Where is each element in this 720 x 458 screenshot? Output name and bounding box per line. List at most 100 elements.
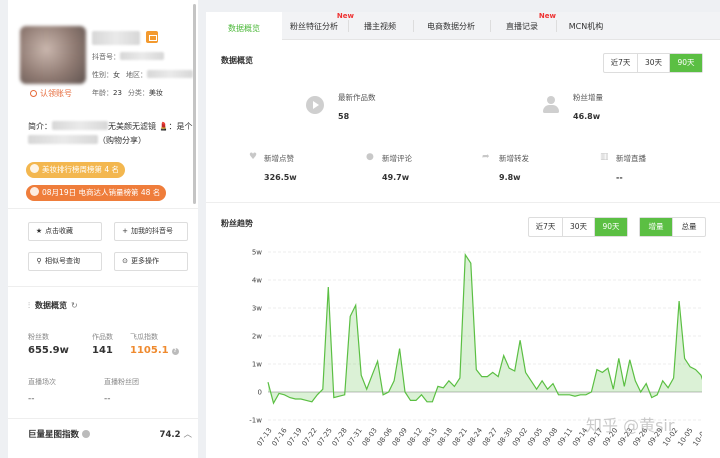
help-icon[interactable] (82, 430, 91, 438)
refresh-icon[interactable]: ↻ (71, 301, 78, 310)
fans-value: 655.9w (28, 345, 69, 356)
gender-region-row: 性别：女 地区： (92, 70, 193, 80)
y-tick-label: 5w (252, 249, 262, 257)
fans-label: 粉丝数 (28, 333, 49, 341)
trend-mode-selector: 增量 总量 (639, 217, 706, 237)
verify-icon (30, 90, 37, 97)
more-actions-button[interactable]: ⊙ 更多操作 (114, 252, 188, 271)
feigua-label: 飞瓜指数 (130, 333, 158, 341)
x-tick-label: 10-08 (691, 427, 702, 448)
tab-label: MCN机构 (568, 22, 604, 31)
live-fans-value: -- (104, 394, 111, 404)
star-icon: ★ (35, 227, 43, 235)
tab-fans-analysis[interactable]: 粉丝特征分析 New (282, 12, 354, 40)
stats-title-text: 数据概览 (35, 301, 67, 310)
trend-title: 粉丝趋势 (221, 219, 253, 228)
trend-range-30d[interactable]: 30天 (563, 218, 595, 236)
tab-mcn[interactable]: MCN机构 (558, 12, 614, 40)
region-label: 地区： (126, 71, 147, 79)
rank-tag-weekly[interactable]: 美妆排行榜周榜第 4 名 (26, 162, 126, 178)
tab-divider (556, 20, 557, 32)
more-icon: ⊙ (122, 257, 128, 265)
age-label: 年龄： (92, 89, 113, 97)
overview-range-selector: 近7天 30天 90天 (603, 53, 703, 73)
main-panel: 数据概览 粉丝特征分析 New 播主视频 电商数据分析 直播记录 New MCN机构… (206, 12, 720, 458)
mode-increment[interactable]: 增量 (640, 218, 673, 236)
tab-label: 电商数据分析 (427, 22, 475, 31)
mode-total[interactable]: 总量 (673, 218, 705, 236)
similar-search-button[interactable]: ⚲ 相似号查询 (28, 252, 102, 271)
douyin-id-label: 抖音号： (92, 53, 120, 61)
bar-chart-icon: ⫶ (28, 301, 30, 310)
tab-bar: 数据概览 粉丝特征分析 New 播主视频 电商数据分析 直播记录 New MCN机构 (206, 12, 720, 40)
trend-range-selector: 近7天 30天 90天 (528, 217, 628, 237)
gender-label: 性别： (92, 71, 113, 79)
star-index-row[interactable]: 巨量星图指数 74.2 ︿ (28, 428, 192, 440)
y-tick-label: 2w (252, 333, 262, 341)
watermark: 知乎 @黄sir (586, 416, 675, 435)
live-bar-icon: ▥ (600, 152, 609, 162)
divider (206, 202, 720, 203)
stats-section-title: ⫶ 数据概览 ↻ (28, 300, 78, 311)
heart-icon: ♥ (249, 152, 258, 162)
store-icon[interactable] (146, 31, 158, 43)
comments-value: 49.7w (382, 173, 410, 182)
star-index-value: 74.2 (159, 430, 181, 440)
bio-redacted-1 (52, 121, 108, 130)
add-douyin-button[interactable]: + 加我的抖音号 (114, 222, 188, 241)
y-tick-label: -1w (249, 417, 262, 425)
chevron-up-icon[interactable]: ︿ (183, 430, 192, 440)
range-90d[interactable]: 90天 (670, 54, 702, 72)
rank-tag-sales[interactable]: 08月19日 电商达人销量榜第 48 名 (26, 185, 167, 201)
gender-value: 女 (113, 71, 120, 79)
share-icon: ➦ (482, 152, 490, 162)
tab-label: 直播记录 (506, 22, 538, 31)
bio-label: 简介： (28, 122, 52, 131)
live-value: -- (616, 173, 623, 182)
overview-title: 数据概览 (221, 56, 253, 65)
help-icon[interactable]: ? (171, 348, 179, 355)
range-30d[interactable]: 30天 (638, 54, 670, 72)
fans-growth-value: 46.8w (573, 112, 601, 121)
rank-tag-sales-label: 08月19日 电商达人销量榜第 48 名 (42, 188, 161, 197)
scrollbar[interactable] (193, 4, 196, 204)
age-category-row: 年龄：23 分类：美妆 (92, 88, 169, 98)
claim-account-link[interactable]: 认领账号 (30, 88, 72, 99)
more-actions-label: 更多操作 (131, 257, 159, 265)
live-fans-label: 直播粉丝团 (104, 378, 139, 386)
rank-tag-weekly-label: 美妆排行榜周榜第 4 名 (42, 165, 120, 174)
y-tick-label: 3w (252, 305, 262, 313)
tab-videos[interactable]: 播主视频 (348, 12, 412, 40)
tab-live-records[interactable]: 直播记录 New (496, 12, 556, 40)
tab-ecommerce[interactable]: 电商数据分析 (413, 12, 489, 40)
play-icon (306, 96, 324, 114)
live-label: 新增直播 (616, 154, 646, 163)
y-tick-label: 0 (258, 389, 262, 397)
tab-overview[interactable]: 数据概览 (206, 12, 282, 40)
user-plus-icon (542, 96, 560, 114)
trophy-icon (30, 164, 39, 173)
trend-range-7d[interactable]: 近7天 (529, 218, 563, 236)
trend-range-90d[interactable]: 90天 (595, 218, 627, 236)
star-index-value-wrap: 74.2 ︿ (160, 428, 192, 440)
tab-divider (490, 20, 491, 32)
tab-label: 数据概览 (228, 24, 260, 33)
avatar (20, 26, 86, 84)
feigua-value: 1105.1? (130, 345, 179, 356)
divider (8, 418, 198, 419)
works-label: 作品数 (92, 333, 113, 341)
bio-text-2: （购物分享） (98, 136, 146, 145)
works-value: 141 (92, 345, 113, 356)
live-count-value: -- (28, 394, 35, 404)
y-tick-label: 1w (252, 361, 262, 369)
favorite-button[interactable]: ★ 点击收藏 (28, 222, 102, 241)
range-7d[interactable]: 近7天 (604, 54, 638, 72)
likes-label: 新增点赞 (264, 154, 294, 163)
claim-account-label: 认领账号 (40, 89, 72, 98)
age-value: 23 (113, 89, 122, 97)
divider (8, 286, 198, 287)
tab-label: 粉丝特征分析 (290, 22, 338, 31)
plus-icon: + (122, 227, 128, 235)
add-douyin-label: 加我的抖音号 (131, 227, 173, 235)
bio-text-1: 无美颜无滤镜 💄：是个 (108, 122, 193, 131)
